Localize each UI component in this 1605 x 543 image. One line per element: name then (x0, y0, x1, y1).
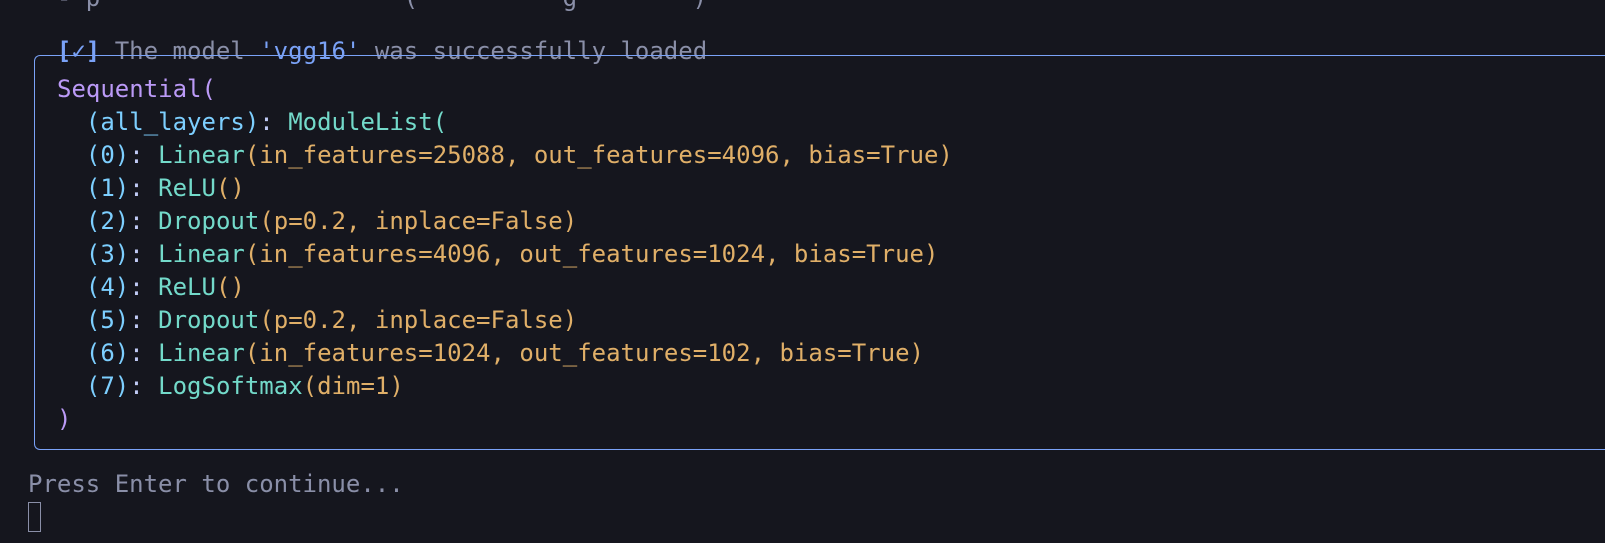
layer-row: (1): ReLU() (57, 172, 953, 205)
layer-row: (5): Dropout(p=0.2, inplace=False) (57, 304, 953, 337)
layer-args: (p=0.2, inplace=False) (259, 306, 578, 334)
layer-args: () (215, 273, 245, 301)
layer-type: ReLU (158, 273, 216, 301)
layer-type: Dropout (158, 207, 260, 235)
layer-index: (7) (57, 372, 130, 400)
sequential-open: Sequential( (57, 73, 953, 106)
layer-type: ReLU (158, 174, 216, 202)
layer-index: (6) (57, 339, 130, 367)
layer-index: (4) (57, 273, 130, 301)
layer-type: Linear (158, 240, 245, 268)
sequential-close-text: ) (57, 405, 72, 433)
layer-sep: : (129, 174, 159, 202)
layer-sep: : (129, 207, 159, 235)
layer-sep: : (129, 141, 159, 169)
layer-row: (4): ReLU() (57, 271, 953, 304)
layer-args: (in_features=25088, out_features=4096, b… (244, 141, 953, 169)
sequential-open-text: Sequential( (57, 75, 216, 103)
layer-sep: : (129, 372, 159, 400)
layer-row: (3): Linear(in_features=4096, out_featur… (57, 238, 953, 271)
layer-index: (1) (57, 174, 130, 202)
layer-index: (0) (57, 141, 130, 169)
layer-args: (dim=1) (302, 372, 404, 400)
container-sep: : (259, 108, 289, 136)
container-key: (all_layers) (57, 108, 260, 136)
sequential-close: ) (57, 403, 953, 436)
layer-row: (2): Dropout(p=0.2, inplace=False) (57, 205, 953, 238)
layer-sep: : (129, 306, 159, 334)
layer-type: Dropout (158, 306, 260, 334)
layer-index: (3) (57, 240, 130, 268)
container-name: ModuleList( (288, 108, 448, 136)
model-summary-panel: Sequential( (all_layers): ModuleList( (0… (34, 55, 1605, 450)
layer-args: () (215, 174, 245, 202)
layer-sep: : (129, 339, 159, 367)
layer-index: (2) (57, 207, 130, 235)
layer-args: (in_features=1024, out_features=102, bia… (244, 339, 924, 367)
layer-type: Linear (158, 339, 245, 367)
layer-args: (p=0.2, inplace=False) (259, 207, 578, 235)
layer-row: (7): LogSoftmax(dim=1) (57, 370, 953, 403)
continue-prompt: Press Enter to continue... (28, 470, 404, 498)
terminal-cursor[interactable] (28, 502, 41, 532)
layer-args: (in_features=4096, out_features=1024, bi… (244, 240, 939, 268)
layer-sep: : (129, 240, 159, 268)
layer-type: Linear (158, 141, 245, 169)
layer-row: (0): Linear(in_features=25088, out_featu… (57, 139, 953, 172)
layer-row: (6): Linear(in_features=1024, out_featur… (57, 337, 953, 370)
layer-type: LogSoftmax (158, 372, 303, 400)
module-list-header: (all_layers): ModuleList( (57, 106, 953, 139)
model-loaded-message: [✓] The model 'vgg16' was successfully l… (28, 9, 707, 65)
layer-sep: : (129, 273, 159, 301)
model-repr: Sequential( (all_layers): ModuleList( (0… (57, 73, 953, 436)
layer-index: (5) (57, 306, 130, 334)
